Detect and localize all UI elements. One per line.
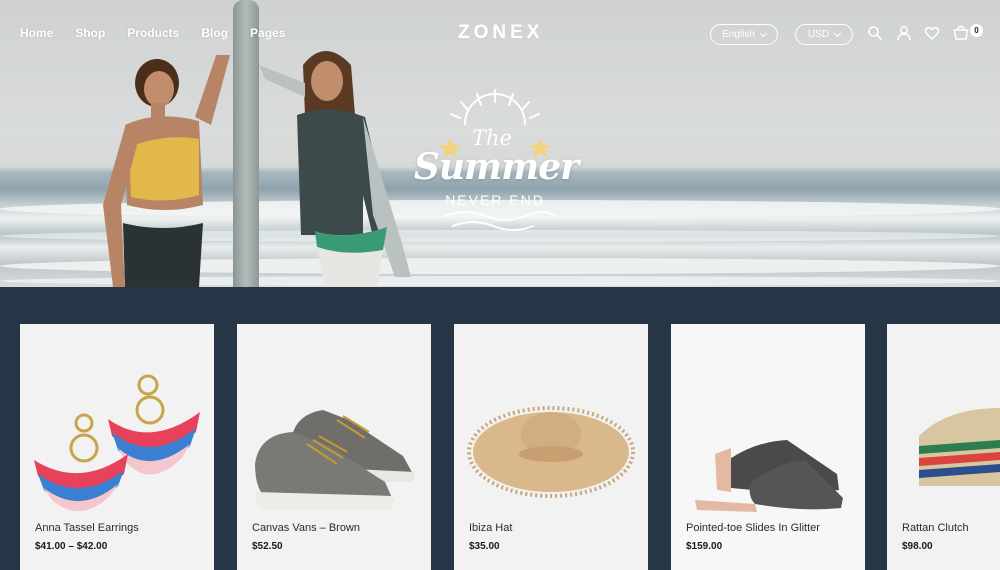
product-image-clutch: [919, 408, 1000, 486]
product-image-hat: [467, 406, 635, 498]
nav-pages[interactable]: Pages: [250, 26, 285, 40]
user-icon[interactable]: [896, 25, 912, 41]
nav-blog[interactable]: Blog: [201, 26, 228, 40]
currency-selector[interactable]: USD: [795, 24, 853, 45]
product-card[interactable]: Pointed-toe Slides In Glitter $159.00: [671, 324, 865, 570]
model-left: [103, 55, 231, 287]
product-card[interactable]: Ibiza Hat $35.00: [454, 324, 648, 570]
product-card[interactable]: Canvas Vans – Brown $52.50: [237, 324, 431, 570]
product-price: $159.00: [686, 541, 723, 552]
site-logo[interactable]: ZONEX: [458, 22, 543, 44]
chevron-down-icon: [759, 29, 767, 37]
product-image-earrings: [34, 374, 200, 512]
product-price: $52.50: [252, 541, 283, 552]
product-name[interactable]: Pointed-toe Slides In Glitter: [686, 522, 820, 534]
product-price: $35.00: [469, 541, 500, 552]
headline-summer: Summer: [413, 146, 579, 188]
main-menu: Home Shop Products Blog Pages: [20, 26, 307, 40]
language-selector[interactable]: English: [710, 24, 778, 45]
hero-banner: The Summer NEVER END Home Shop Products …: [0, 0, 1000, 287]
product-card[interactable]: Anna Tassel Earrings $41.00 – $42.00: [20, 324, 214, 570]
product-card[interactable]: Rattan Clutch $98.00: [887, 324, 1000, 570]
product-image-slides: [695, 440, 843, 512]
heart-icon[interactable]: [924, 25, 940, 41]
product-name[interactable]: Rattan Clutch: [902, 522, 969, 534]
hero-headline: The Summer NEVER END: [405, 88, 585, 238]
top-navigation: Home Shop Products Blog Pages ZONEX Engl…: [0, 0, 1000, 68]
cart-icon[interactable]: [953, 25, 969, 41]
product-image-sneakers: [255, 410, 415, 510]
nav-products[interactable]: Products: [127, 26, 179, 40]
language-label: English: [722, 29, 755, 40]
product-name[interactable]: Anna Tassel Earrings: [35, 522, 139, 534]
chevron-down-icon: [834, 29, 842, 37]
product-name[interactable]: Ibiza Hat: [469, 522, 512, 534]
product-price: $98.00: [902, 541, 933, 552]
product-carousel: Anna Tassel Earrings $41.00 – $42.00 Can…: [0, 287, 1000, 570]
headline-subtitle: NEVER END: [445, 192, 545, 208]
search-icon[interactable]: [867, 25, 883, 41]
product-price: $41.00 – $42.00: [35, 541, 108, 552]
product-name[interactable]: Canvas Vans – Brown: [252, 522, 360, 534]
model-right: [259, 51, 411, 287]
nav-shop[interactable]: Shop: [75, 26, 105, 40]
nav-home[interactable]: Home: [20, 26, 53, 40]
currency-label: USD: [807, 29, 830, 40]
cart-count-badge: 0: [970, 24, 983, 37]
